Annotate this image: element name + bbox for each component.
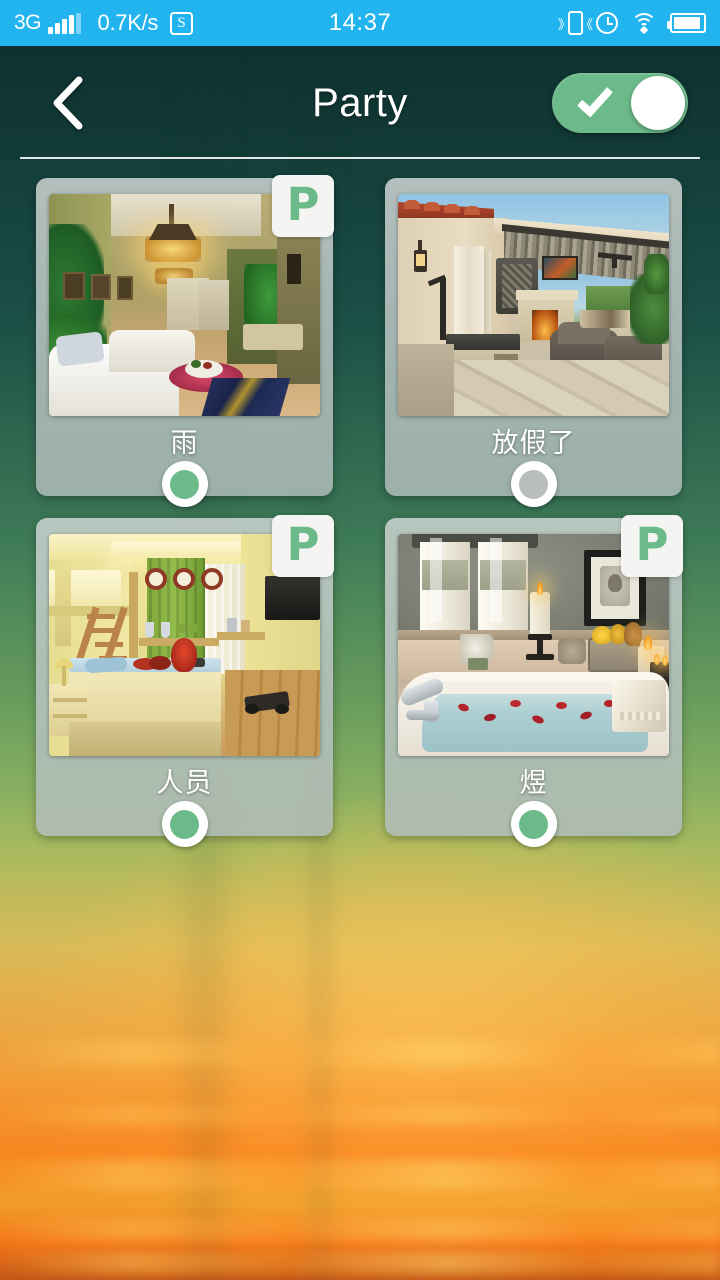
- vibrate-icon: [558, 11, 583, 35]
- chevron-left-icon: [53, 76, 83, 130]
- scene-label: 放假了: [491, 428, 576, 458]
- indicator-core: [519, 469, 548, 499]
- outdoor-patio-lounge-photo: [398, 194, 669, 416]
- scene-label: 雨: [170, 428, 199, 458]
- scene-toggle-indicator[interactable]: [510, 461, 557, 507]
- status-bar-right: [558, 11, 706, 35]
- battery-icon: [667, 13, 706, 33]
- wifi-icon: [631, 13, 657, 35]
- scene-card[interactable]: P: [385, 178, 682, 507]
- preset-badge-p: P: [621, 515, 683, 577]
- indicator-core: [170, 809, 199, 839]
- header-divider: [20, 157, 700, 159]
- scene-label: 煜: [519, 768, 548, 798]
- scene-card[interactable]: P: [385, 515, 683, 847]
- scene-card[interactable]: P: [36, 175, 334, 507]
- indicator-core: [170, 469, 199, 499]
- status-bar: 3G 0.7K/s S 14:37: [0, 0, 720, 46]
- scene-toggle-indicator[interactable]: [161, 461, 208, 507]
- scene-toggle-indicator[interactable]: [510, 801, 557, 847]
- data-speed-label: 0.7K/s: [97, 10, 159, 35]
- data-saver-icon: S: [170, 11, 194, 35]
- scene-label: 人员: [156, 768, 213, 798]
- scene-card[interactable]: P: [36, 515, 334, 847]
- check-icon: [576, 80, 614, 118]
- network-type-label: 3G: [14, 11, 42, 34]
- back-button[interactable]: [38, 72, 100, 134]
- preset-badge-p: P: [272, 175, 334, 237]
- preset-badge-p: P: [272, 515, 334, 577]
- scene-toggle-indicator[interactable]: [161, 801, 208, 847]
- app-header: Party: [0, 46, 720, 160]
- signal-strength-icon: [48, 12, 81, 34]
- status-bar-left: 3G 0.7K/s S: [14, 10, 194, 36]
- alarm-clock-icon: [596, 12, 618, 34]
- toggle-knob: [631, 76, 685, 130]
- scene-grid: P 雨 放假了 P 人员 P 煜: [36, 175, 686, 847]
- indicator-core: [519, 809, 548, 839]
- master-power-toggle[interactable]: [552, 73, 688, 133]
